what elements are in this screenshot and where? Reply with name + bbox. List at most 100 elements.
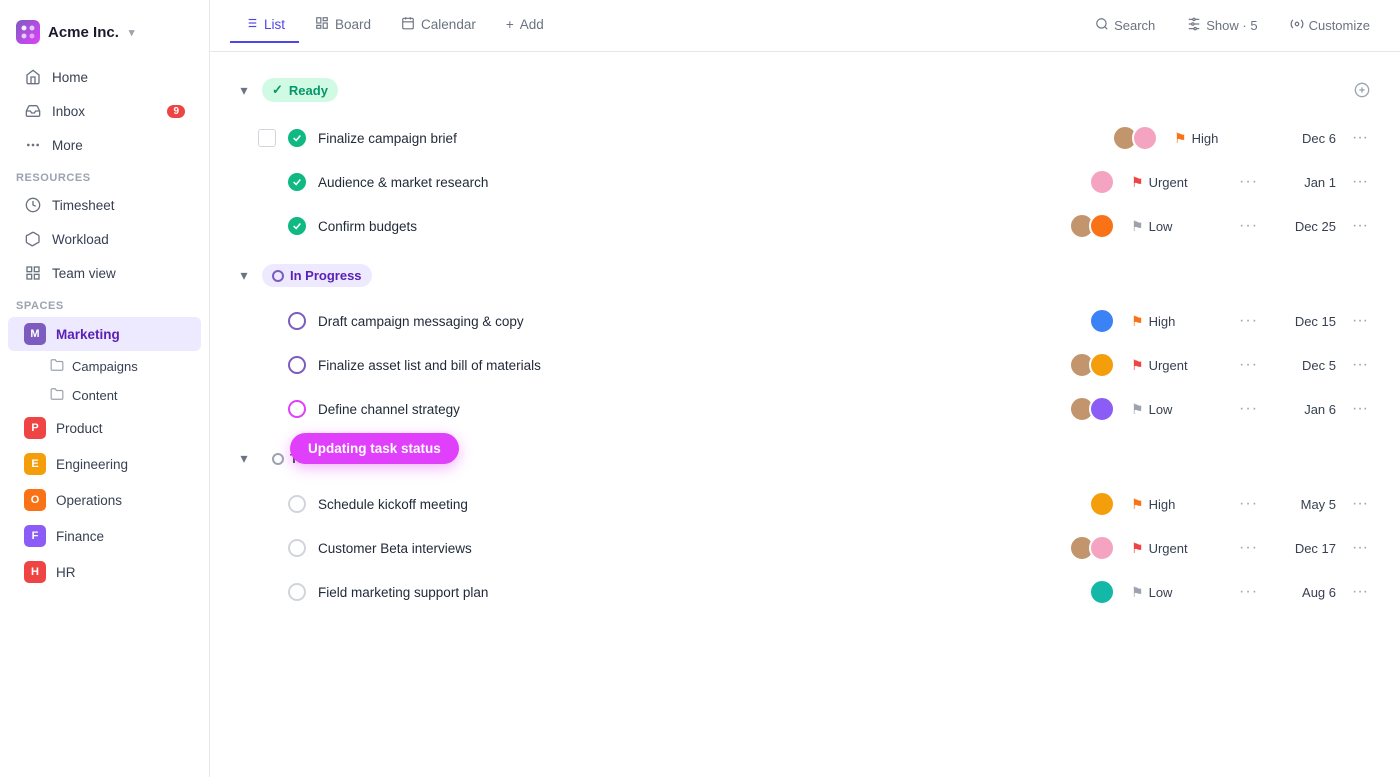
priority-label: Urgent [1149,541,1188,556]
task-date: Aug 6 [1276,585,1336,600]
task-status-circle[interactable] [288,356,306,374]
priority-badge: ⚑ Low [1131,584,1221,601]
tab-calendar[interactable]: Calendar [387,8,490,43]
sidebar-item-campaigns[interactable]: Campaigns [8,353,201,380]
priority-flag-icon: ⚑ [1131,584,1144,601]
task-date: Dec 5 [1276,358,1336,373]
priority-label: Low [1149,219,1173,234]
clock-icon [24,196,42,214]
in-progress-badge[interactable]: In Progress [262,264,372,287]
priority-label: High [1149,314,1176,329]
add-ready-btn[interactable] [1348,76,1376,104]
task-more-btn[interactable]: ··· [1348,537,1372,559]
task-status-done[interactable] [288,217,306,235]
chevron-down-icon: ▾ [129,26,135,39]
sidebar-item-operations[interactable]: O Operations [8,483,201,517]
sidebar-item-finance[interactable]: F Finance [8,519,201,553]
task-dots: ··· [1233,215,1264,237]
task-dots: ··· [1233,398,1264,420]
task-more-btn[interactable]: ··· [1348,171,1372,193]
task-avatars [1069,535,1115,561]
task-status-empty[interactable] [288,495,306,513]
task-dots: ··· [1233,581,1264,603]
task-status-empty[interactable] [288,583,306,601]
task-more-btn[interactable]: ··· [1348,127,1372,149]
priority-badge: ⚑ High [1131,313,1221,330]
show-button[interactable]: Show · 5 [1177,12,1267,39]
task-avatars [1089,579,1115,605]
content-area: ▾ ✓ Ready Finalize campaign brief [210,52,1400,777]
task-row[interactable]: Audience & market research ⚑ Urgent ··· … [230,160,1380,204]
sidebar-item-product[interactable]: P Product [8,411,201,445]
task-date: Dec 6 [1276,131,1336,146]
group-in-progress: ▾ In Progress Draft campaign messaging &… [230,256,1380,431]
app-logo[interactable]: Acme Inc. ▾ [0,12,209,60]
priority-badge: ⚑ Urgent [1131,174,1221,191]
task-date: Dec 25 [1276,219,1336,234]
list-icon [244,16,258,33]
task-status-done[interactable] [288,129,306,147]
search-button[interactable]: Search [1085,12,1165,39]
task-more-btn[interactable]: ··· [1348,398,1372,420]
task-row[interactable]: Define channel strategy ⚑ Low ··· Jan 6 … [230,387,1380,431]
task-more-btn[interactable]: ··· [1348,493,1372,515]
ready-badge[interactable]: ✓ Ready [262,78,338,102]
sidebar-item-marketing[interactable]: M Marketing [8,317,201,351]
sidebar-item-more[interactable]: More [8,129,201,161]
customize-button[interactable]: Customize [1280,12,1380,39]
priority-label: Urgent [1149,358,1188,373]
collapse-ready-btn[interactable]: ▾ [234,80,254,100]
finance-badge: F [24,525,46,547]
timesheet-label: Timesheet [52,198,115,213]
task-status-circle[interactable] [288,312,306,330]
task-more-btn[interactable]: ··· [1348,310,1372,332]
task-avatars [1069,352,1115,378]
task-avatars [1069,213,1115,239]
tab-board[interactable]: Board [301,8,385,43]
tab-add[interactable]: + Add [492,9,558,42]
group-header-in-progress: ▾ In Progress [230,256,1380,295]
task-more-btn[interactable]: ··· [1348,215,1372,237]
group-ready: ▾ ✓ Ready Finalize campaign brief [230,68,1380,248]
collapse-in-progress-btn[interactable]: ▾ [234,266,254,286]
sidebar-item-home[interactable]: Home [8,61,201,93]
task-row[interactable]: Draft campaign messaging & copy ⚑ High ·… [230,299,1380,343]
task-row[interactable]: Schedule kickoff meeting ⚑ High ··· May … [230,482,1380,526]
task-row[interactable]: Confirm budgets ⚑ Low ··· Dec 25 ··· [230,204,1380,248]
task-avatars [1069,396,1115,422]
task-row[interactable]: Field marketing support plan ⚑ Low ··· A… [230,570,1380,614]
task-status-empty[interactable] [288,539,306,557]
task-status-circle[interactable] [288,400,306,418]
priority-label: Low [1149,402,1173,417]
sidebar-item-timesheet[interactable]: Timesheet [8,189,201,221]
marketing-badge: M [24,323,46,345]
in-progress-label: In Progress [290,268,362,283]
task-more-btn[interactable]: ··· [1348,354,1372,376]
priority-flag-icon: ⚑ [1131,401,1144,418]
inbox-icon [24,102,42,120]
task-name: Audience & market research [318,175,1077,190]
task-more-btn[interactable]: ··· [1348,581,1372,603]
sidebar-item-engineering[interactable]: E Engineering [8,447,201,481]
tab-list[interactable]: List [230,8,299,43]
task-status-done[interactable] [288,173,306,191]
tab-board-label: Board [335,17,371,32]
sidebar-item-inbox[interactable]: Inbox 9 [8,95,201,127]
row-checkbox[interactable] [258,129,276,147]
task-row[interactable]: Finalize campaign brief ⚑ High Dec 6 ··· [230,116,1380,160]
task-name: Finalize asset list and bill of material… [318,358,1057,373]
task-row[interactable]: Customer Beta interviews ⚑ Urgent ··· De… [230,526,1380,570]
engineering-badge: E [24,453,46,475]
updating-status-popup[interactable]: Updating task status [290,433,459,464]
sidebar-item-workload[interactable]: Workload [8,223,201,255]
task-row[interactable]: Finalize asset list and bill of material… [230,343,1380,387]
task-date: Jan 6 [1276,402,1336,417]
task-date: Dec 15 [1276,314,1336,329]
customize-icon [1290,17,1304,34]
hr-label: HR [56,565,76,580]
priority-badge: ⚑ Low [1131,401,1221,418]
sidebar-item-hr[interactable]: H HR [8,555,201,589]
finance-label: Finance [56,529,104,544]
sidebar-item-teamview[interactable]: Team view [8,257,201,289]
sidebar-item-content[interactable]: Content [8,382,201,409]
